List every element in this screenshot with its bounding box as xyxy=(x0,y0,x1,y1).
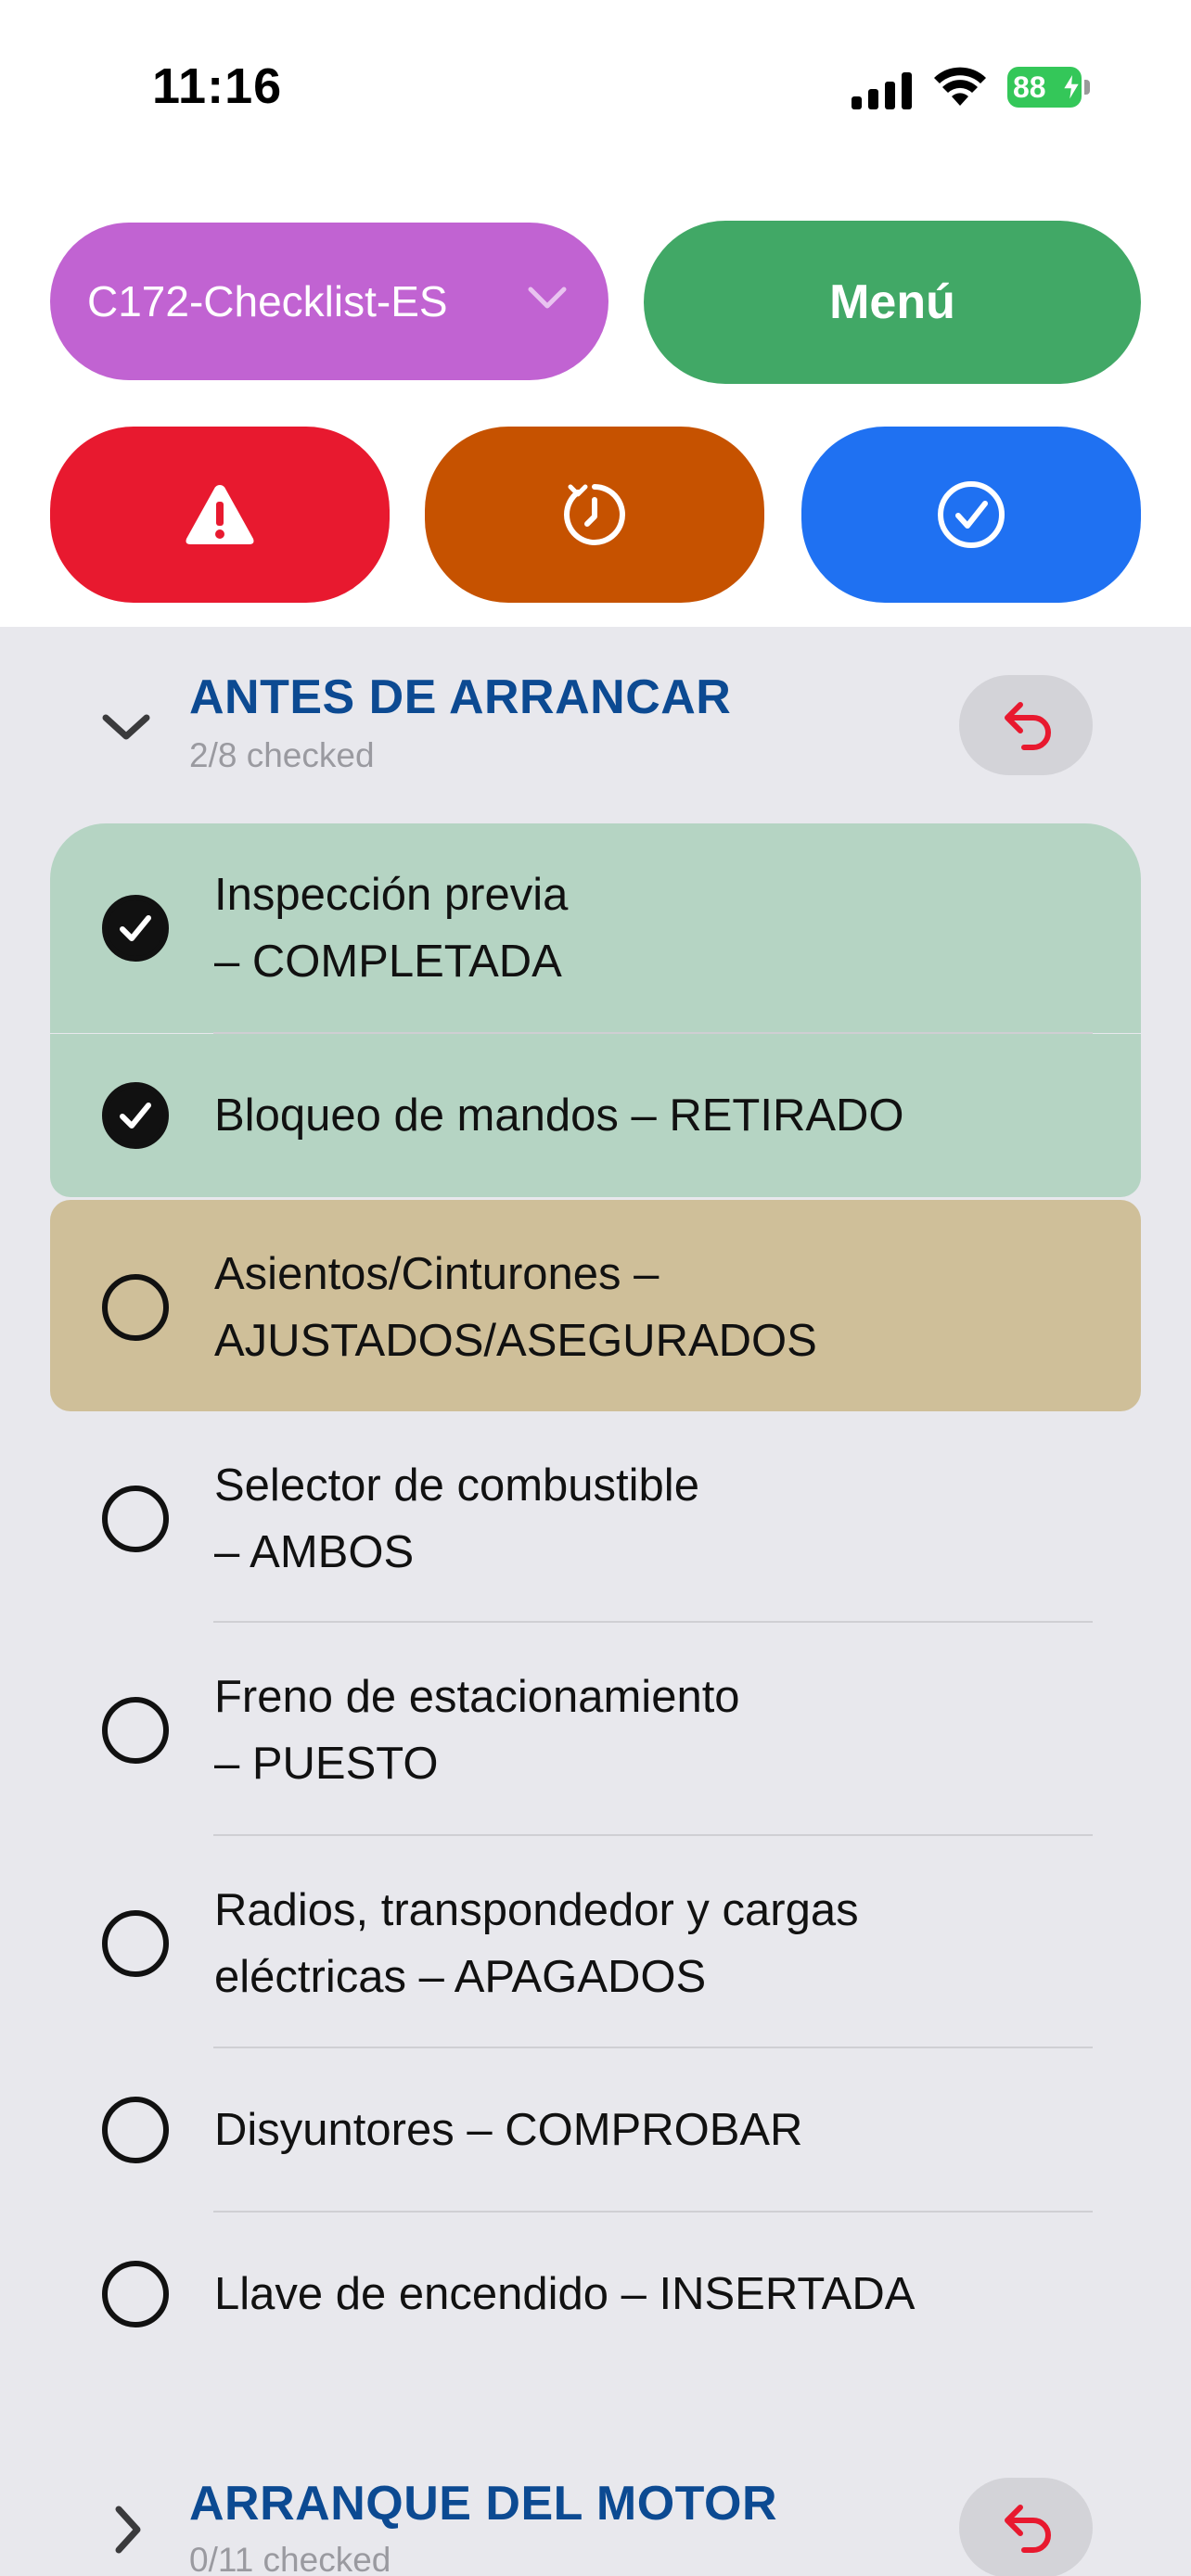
chevron-down-icon xyxy=(528,287,567,309)
section-progress: 0/11 checked xyxy=(189,2541,391,2576)
section-title: ARRANQUE DEL MOTOR xyxy=(189,2477,777,2531)
complete-button[interactable] xyxy=(801,427,1141,603)
checklist-item[interactable]: Disyuntores – COMPROBAR xyxy=(50,2048,1141,2212)
checklist-name: C172-Checklist-ES xyxy=(87,277,448,325)
checked-circle-icon[interactable] xyxy=(102,895,169,962)
menu-button[interactable]: Menú xyxy=(644,221,1141,384)
checklist-item[interactable]: Radios, transpondedor y cargas eléctrica… xyxy=(50,1836,1141,2047)
charging-bolt-icon xyxy=(1063,72,1080,102)
checklist-item[interactable]: Llave de encendido – INSERTADA xyxy=(50,2213,1141,2376)
item-label-line1: Freno de estacionamiento xyxy=(214,1672,740,1722)
warning-triangle-icon xyxy=(186,485,254,544)
section-progress: 2/8 checked xyxy=(189,736,375,774)
section-title: ANTES DE ARRANCAR xyxy=(189,670,732,724)
unchecked-circle-icon[interactable] xyxy=(102,1274,169,1341)
section-undo-button[interactable] xyxy=(959,2478,1093,2576)
chevron-down-icon xyxy=(102,714,150,740)
unchecked-circle-icon[interactable] xyxy=(102,1486,169,1552)
unchecked-circle-icon[interactable] xyxy=(102,2261,169,2327)
checked-circle-icon[interactable] xyxy=(102,1082,169,1149)
item-label-line1: Selector de combustible xyxy=(214,1460,699,1511)
unchecked-circle-icon[interactable] xyxy=(102,1910,169,1977)
checkmark-circle-icon xyxy=(938,481,1005,548)
section-undo-button[interactable] xyxy=(959,675,1093,775)
checklist-item[interactable]: Selector de combustible – AMBOS xyxy=(50,1411,1141,1623)
item-label-line2: – COMPLETADA xyxy=(214,937,562,987)
menu-label: Menú xyxy=(829,275,955,329)
item-label-line1: Radios, transpondedor y cargas xyxy=(214,1885,859,1935)
chevron-right-icon xyxy=(115,2506,141,2554)
battery-level: 88 xyxy=(1013,70,1046,104)
item-label-line1: Asientos/Cinturones – xyxy=(214,1249,660,1299)
item-label-line1: Bloqueo de mandos – RETIRADO xyxy=(214,1090,904,1141)
undo-arrow-icon xyxy=(1005,2505,1051,2553)
item-label-line1: Llave de encendido – INSERTADA xyxy=(214,2269,916,2319)
checklist-item-current[interactable]: Asientos/Cinturones – AJUSTADOS/ASEGURAD… xyxy=(50,1200,1141,1411)
checklist-selector[interactable]: C172-Checklist-ES xyxy=(50,223,608,380)
wifi-icon xyxy=(934,67,986,106)
checklist-item[interactable]: Freno de estacionamiento – PUESTO xyxy=(50,1623,1141,1834)
item-label-line2: AJUSTADOS/ASEGURADOS xyxy=(214,1316,817,1366)
item-label-line2: – AMBOS xyxy=(214,1527,415,1577)
section-header-antes-de-arrancar[interactable]: ANTES DE ARRANCAR 2/8 checked xyxy=(0,649,1191,788)
status-bar: 11:16 88 xyxy=(0,0,1191,176)
clock: 11:16 xyxy=(152,58,283,114)
reset-button[interactable] xyxy=(425,427,764,603)
checklist-item[interactable]: Inspección previa – COMPLETADA xyxy=(50,823,1141,1033)
checklist-item[interactable]: Bloqueo de mandos – RETIRADO xyxy=(50,1034,1141,1197)
battery-indicator: 88 xyxy=(1007,67,1091,108)
emergency-button[interactable] xyxy=(50,427,390,603)
reset-clock-icon xyxy=(564,484,625,545)
item-label-line1: Disyuntores – COMPROBAR xyxy=(214,2105,803,2155)
undo-arrow-icon xyxy=(1005,702,1051,750)
item-label-line2: eléctricas – APAGADOS xyxy=(214,1952,707,2002)
section-header-arranque-del-motor[interactable]: ARRANQUE DEL MOTOR 0/11 checked xyxy=(0,2455,1191,2576)
unchecked-circle-icon[interactable] xyxy=(102,2097,169,2163)
unchecked-circle-icon[interactable] xyxy=(102,1697,169,1764)
item-label-line1: Inspección previa xyxy=(214,870,569,920)
cellular-signal-icon xyxy=(852,72,913,109)
item-label-line2: – PUESTO xyxy=(214,1739,439,1789)
